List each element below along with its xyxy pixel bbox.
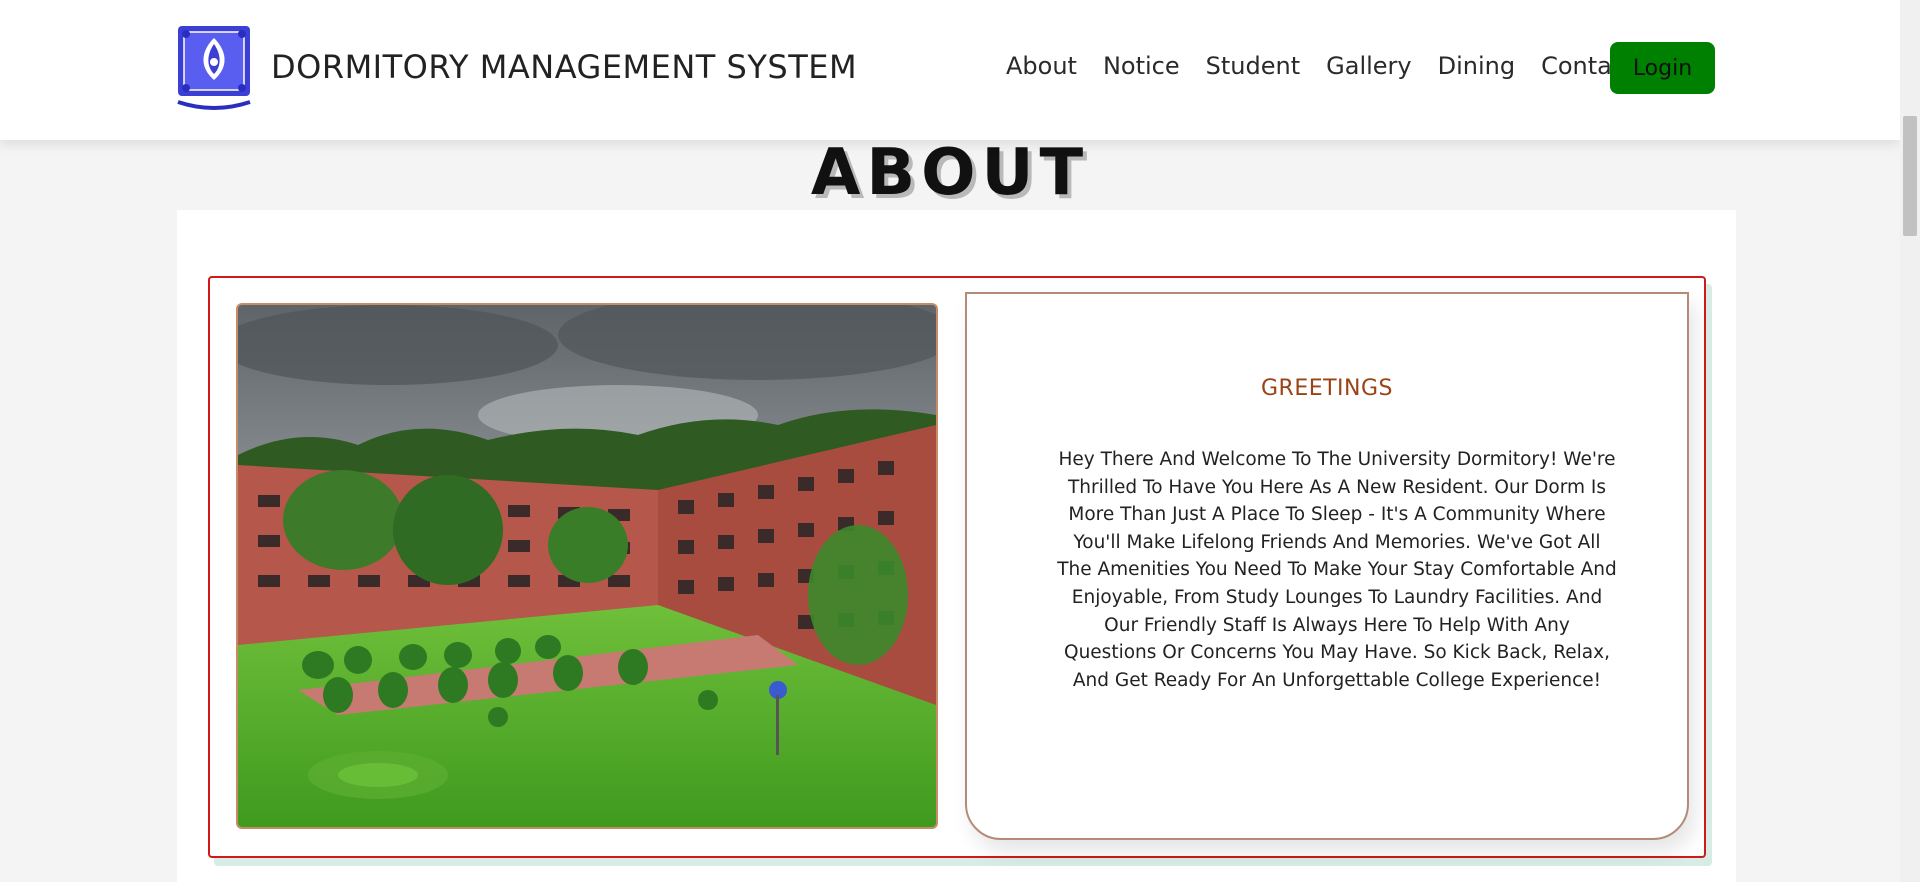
dormitory-photo [236,303,938,829]
login-button[interactable]: Login [1610,42,1715,94]
greetings-title: GREETINGS [1260,376,1394,401]
page-viewport: DORMITORY MANAGEMENT SYSTEM About Notice… [0,0,1900,882]
vertical-scrollbar[interactable] [1900,0,1920,882]
nav-gallery[interactable]: Gallery [1326,52,1411,80]
greetings-text: Hey There And Welcome To The University … [1057,449,1617,691]
nav-dining[interactable]: Dining [1438,52,1515,80]
about-heading: ABOUT [810,136,1090,210]
greetings-card: GREETINGS Hey There And Welcome To The U… [965,292,1689,840]
nav-notice[interactable]: Notice [1103,52,1180,80]
main-nav: About Notice Student Gallery Dining Cont… [1006,52,1660,80]
scrollbar-thumb[interactable] [1903,116,1917,236]
site-header: DORMITORY MANAGEMENT SYSTEM About Notice… [0,0,1900,140]
nav-student[interactable]: Student [1206,52,1300,80]
nav-about[interactable]: About [1006,52,1077,80]
dormitory-courtyard-photo [238,305,936,827]
university-seal-icon[interactable] [172,22,256,114]
site-title[interactable]: DORMITORY MANAGEMENT SYSTEM [271,48,857,86]
